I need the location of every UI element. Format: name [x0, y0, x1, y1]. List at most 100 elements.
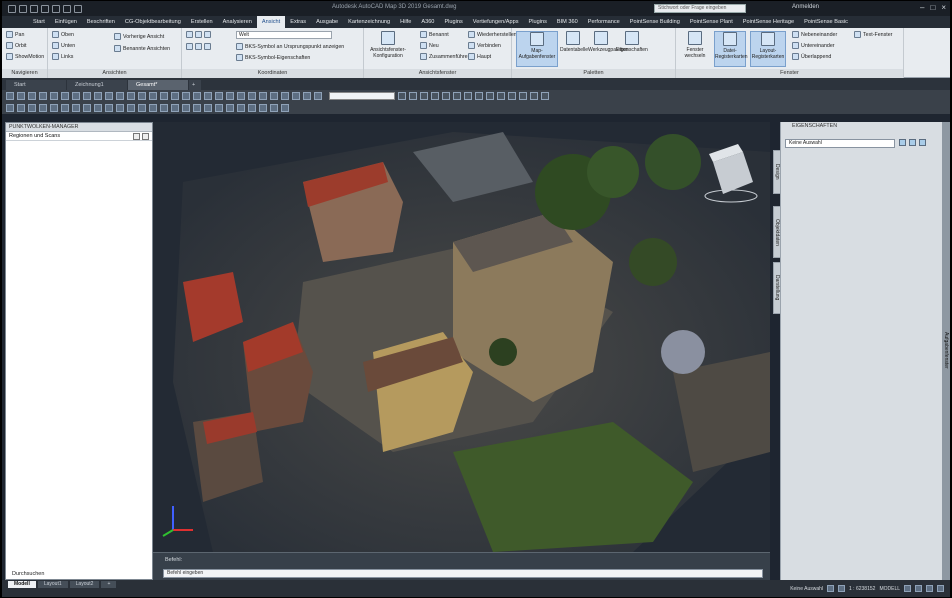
scale-status[interactable]: 1 : 6238152: [849, 586, 875, 592]
tool-icon[interactable]: [270, 92, 278, 100]
tool-icon[interactable]: [409, 92, 417, 100]
tool-icon[interactable]: [442, 92, 450, 100]
search-input[interactable]: Stichwort oder Frage eingeben: [654, 4, 746, 13]
restore-viewport-button[interactable]: Wiederherstellen: [468, 31, 517, 38]
settings-icon[interactable]: [926, 585, 933, 592]
tool-icon[interactable]: [105, 104, 113, 112]
viewport-config-button[interactable]: Ansichtsfenster-Konfiguration: [368, 31, 408, 67]
tool-icon[interactable]: [149, 104, 157, 112]
tab-pointsense-basic[interactable]: PointSense Basic: [799, 16, 853, 28]
view-links-button[interactable]: Links: [52, 53, 73, 60]
ucs-origin-button[interactable]: BKS-Symbol an Ursprungspunkt anzeigen: [236, 43, 344, 50]
tool-icon[interactable]: [453, 92, 461, 100]
undo-icon[interactable]: [63, 4, 71, 13]
tool-icon[interactable]: [508, 92, 516, 100]
tool-icon[interactable]: [215, 92, 223, 100]
customize-icon[interactable]: [937, 585, 944, 592]
tool-icon[interactable]: [127, 92, 135, 100]
tool-icon[interactable]: [72, 104, 80, 112]
settings-icon[interactable]: [142, 133, 149, 140]
ucs-icon[interactable]: [204, 31, 211, 38]
tool-icon[interactable]: [138, 92, 146, 100]
tool-icon[interactable]: [83, 104, 91, 112]
snap-icon[interactable]: [838, 585, 846, 592]
open-icon[interactable]: [19, 4, 27, 13]
tab-pointsense-plant[interactable]: PointSense Plant: [685, 16, 738, 28]
pan-button[interactable]: Pan: [6, 31, 24, 38]
print-icon[interactable]: [52, 4, 60, 13]
tool-icon[interactable]: [314, 92, 322, 100]
tab-kartenzeichnung[interactable]: Kartenzeichnung: [343, 16, 395, 28]
tab-plugins-2[interactable]: Plugins: [524, 16, 552, 28]
tool-icon[interactable]: [61, 92, 69, 100]
maximize-icon[interactable]: □: [930, 3, 935, 13]
tab-performance[interactable]: Performance: [583, 16, 625, 28]
tool-icon[interactable]: [464, 92, 472, 100]
tool-icon[interactable]: [398, 92, 406, 100]
tool-icon[interactable]: [281, 104, 289, 112]
tab-a360[interactable]: A360: [416, 16, 439, 28]
ucs-dropdown[interactable]: Welt: [236, 31, 332, 39]
tool-icon[interactable]: [237, 104, 245, 112]
tool-icon[interactable]: [486, 92, 494, 100]
tab-pointsense-heritage[interactable]: PointSense Heritage: [738, 16, 799, 28]
showmotion-button[interactable]: ShowMotion: [6, 53, 44, 60]
tool-icon[interactable]: [475, 92, 483, 100]
tool-icon[interactable]: [127, 104, 135, 112]
tool-icon[interactable]: [431, 92, 439, 100]
properties-button[interactable]: Eigenschaften: [616, 31, 648, 67]
tab-analysieren[interactable]: Analysieren: [218, 16, 257, 28]
tool-icon[interactable]: [182, 104, 190, 112]
tool-icon[interactable]: [94, 92, 102, 100]
tool-icon[interactable]: [17, 104, 25, 112]
tool-icon[interactable]: [497, 92, 505, 100]
named-views-button[interactable]: Benannte Ansichten: [114, 45, 170, 52]
tab-extras[interactable]: Extras: [285, 16, 311, 28]
new-icon[interactable]: [8, 4, 16, 13]
close-icon[interactable]: ×: [941, 3, 946, 13]
tab-einfuegen[interactable]: Einfügen: [50, 16, 82, 28]
selection-dropdown[interactable]: Keine Auswahl: [785, 139, 895, 148]
tool-icon[interactable]: [292, 92, 300, 100]
ucs-icon[interactable]: [195, 31, 202, 38]
tool-icon[interactable]: [39, 92, 47, 100]
tool-icon[interactable]: [541, 92, 549, 100]
tab-cg-objektbearbeitung[interactable]: CG-Objektbearbeitung: [120, 16, 186, 28]
filter-icon[interactable]: [133, 133, 140, 140]
new-doc-tab-button[interactable]: +: [189, 80, 201, 90]
tab-bim360[interactable]: BIM 360: [552, 16, 583, 28]
tab-plugins[interactable]: Plugins: [439, 16, 467, 28]
join-viewport-button[interactable]: Zusammenführen: [420, 53, 471, 60]
tool-icon[interactable]: [270, 104, 278, 112]
tab-erstellen[interactable]: Erstellen: [186, 16, 218, 28]
tool-icon[interactable]: [226, 104, 234, 112]
saveas-icon[interactable]: [41, 4, 49, 13]
tile-horizontal-button[interactable]: Untereinander: [792, 42, 835, 49]
tool-icon[interactable]: [17, 92, 25, 100]
text-window-button[interactable]: Text-Fenster: [854, 31, 892, 38]
tool-icon[interactable]: [94, 104, 102, 112]
named-viewport-button[interactable]: Benannt: [420, 31, 449, 38]
annotation-icon[interactable]: [904, 585, 911, 592]
tool-icon[interactable]: [519, 92, 527, 100]
tool-icon[interactable]: [259, 92, 267, 100]
tool-icon[interactable]: [248, 92, 256, 100]
tab-layout1[interactable]: Layout1: [37, 580, 68, 588]
tool-icon[interactable]: [226, 92, 234, 100]
orbit-button[interactable]: Orbit: [6, 42, 26, 49]
tab-ausgabe[interactable]: Ausgabe: [311, 16, 343, 28]
drawing-viewport[interactable]: [153, 122, 770, 552]
select-objects-icon[interactable]: [899, 139, 906, 146]
ucs-icon[interactable]: [204, 43, 211, 50]
tool-icon[interactable]: [50, 104, 58, 112]
side-tab-design[interactable]: Design: [773, 150, 781, 194]
workspace-icon[interactable]: [915, 585, 922, 592]
tool-icon[interactable]: [160, 104, 168, 112]
map-taskpane-button[interactable]: Map-Aufgabenfenster: [516, 31, 558, 67]
quick-select-icon[interactable]: [909, 139, 916, 146]
side-tab-darstellung[interactable]: Darstellung: [773, 262, 781, 314]
new-layout-button[interactable]: +: [101, 580, 117, 588]
ucs-icon[interactable]: [186, 43, 193, 50]
view-oben-button[interactable]: Oben: [52, 31, 74, 38]
tool-icon[interactable]: [138, 104, 146, 112]
